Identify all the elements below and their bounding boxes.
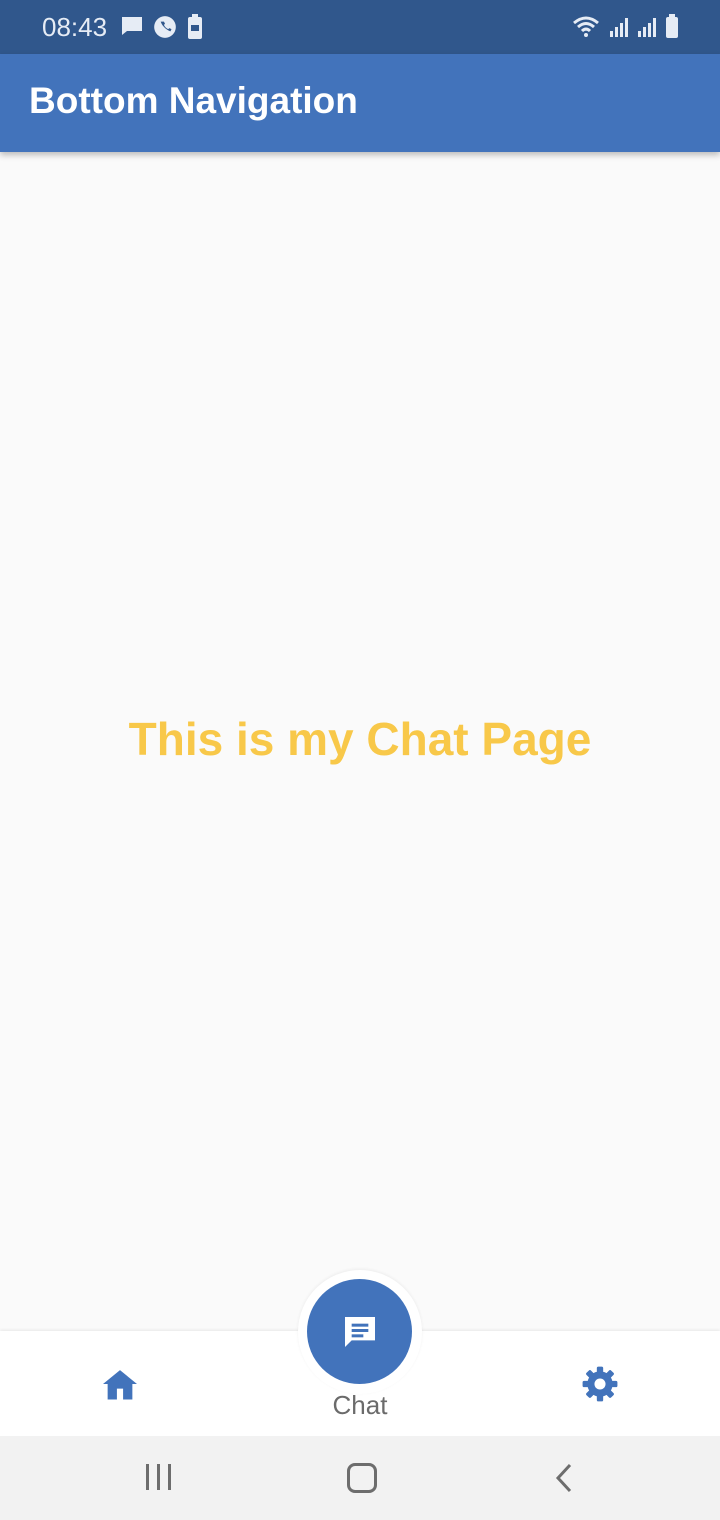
app-bar: Bottom Navigation	[0, 54, 720, 152]
message-icon	[122, 17, 142, 35]
nav-item-chat-label[interactable]: Chat	[300, 1390, 420, 1421]
nav-item-home[interactable]	[100, 1364, 140, 1404]
chat-icon	[344, 1316, 375, 1347]
nav-item-settings[interactable]	[580, 1364, 620, 1404]
back-button[interactable]	[553, 1462, 575, 1494]
settings-icon	[582, 1366, 618, 1402]
wifi-icon	[573, 16, 599, 37]
system-navigation-bar	[0, 1436, 720, 1520]
battery-saver-icon	[188, 14, 202, 39]
battery-icon	[666, 14, 678, 38]
recents-icon-bar	[157, 1464, 160, 1490]
status-time: 08:43	[42, 12, 108, 42]
page-title: Bottom Navigation	[29, 80, 358, 121]
status-icons-right	[572, 14, 680, 40]
signal-icon	[610, 18, 628, 37]
whatsapp-icon	[154, 16, 176, 38]
page-message: This is my Chat Page	[128, 713, 592, 765]
recents-icon-bar	[168, 1464, 171, 1490]
home-icon	[103, 1370, 137, 1400]
nav-item-chat[interactable]	[307, 1279, 412, 1384]
status-icons-left	[120, 14, 204, 40]
recents-button[interactable]	[146, 1464, 171, 1490]
signal-icon	[638, 18, 656, 37]
home-button[interactable]	[347, 1463, 377, 1493]
screen: 08:43 Bottom Navigation This is my Chat …	[0, 0, 720, 1520]
status-bar: 08:43	[0, 0, 720, 54]
recents-icon-bar	[146, 1464, 149, 1490]
chat-page-content: This is my Chat Page	[0, 152, 720, 1332]
